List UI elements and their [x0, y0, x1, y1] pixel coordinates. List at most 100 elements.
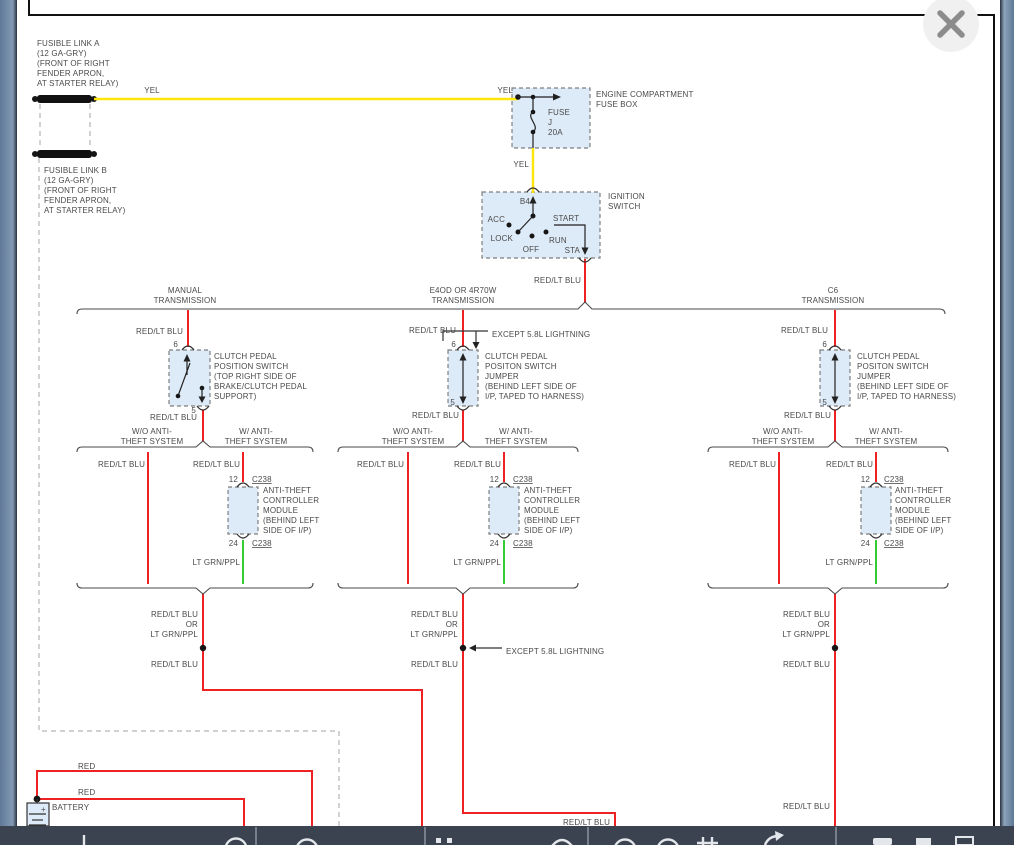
- antitheft-module-label: MODULE: [263, 506, 298, 515]
- pin-5: 5: [450, 398, 455, 407]
- fusible-link-b-label: FENDER APRON,: [44, 196, 111, 205]
- wire-label-red-lt-blu: RED/LT BLU: [412, 411, 459, 420]
- system-wo-antitheft: THEFT SYSTEM: [121, 437, 184, 446]
- fusible-link-a-label: (12 GA-GRY): [37, 49, 87, 58]
- pin-12: 12: [229, 475, 239, 484]
- wire-label-red-lt-blu: RED/LT BLU: [826, 460, 873, 469]
- wire-label-red: RED: [78, 762, 95, 771]
- antitheft-module-label: MODULE: [895, 506, 930, 515]
- battery-plus-sign: +: [41, 805, 46, 814]
- wire-label-red-lt-blu: RED/LT BLU: [411, 610, 458, 619]
- wire-label-or: OR: [446, 620, 458, 629]
- pin-12: 12: [861, 475, 871, 484]
- system-w-antitheft: THEFT SYSTEM: [225, 437, 288, 446]
- except-58l-label: EXCEPT 5.8L LIGHTNING: [492, 330, 590, 339]
- ignition-pos-off: OFF: [523, 245, 539, 254]
- wire-label-red-lt-blu: RED/LT BLU: [781, 326, 828, 335]
- wire-label-red-lt-blu: RED/LT BLU: [150, 413, 197, 422]
- wire-label-red-lt-blu: RED/LT BLU: [534, 276, 581, 285]
- connector-c238: C238: [884, 539, 904, 548]
- wire-label-red-lt-blu: RED/LT BLU: [784, 411, 831, 420]
- antitheft-module-label: SIDE OF I/P): [263, 526, 312, 535]
- filled-rect-icon[interactable]: [916, 838, 931, 845]
- clutch-switch-label: BRAKE/CLUTCH PEDAL: [214, 382, 307, 391]
- bottom-toolbar: [0, 826, 1014, 845]
- antitheft-module-label: CONTROLLER: [895, 496, 951, 505]
- clutch-jumper-label: (BEHIND LEFT SIDE OF: [857, 382, 949, 391]
- wire-label-lt-grn-ppl: LT GRN/PPL: [193, 558, 241, 567]
- branch-title-manual: TRANSMISSION: [154, 296, 217, 305]
- fusible-link-b-label: FUSIBLE LINK B: [44, 166, 107, 175]
- wire-label-or: OR: [818, 620, 830, 629]
- junction-dot-left: [200, 645, 206, 651]
- clutch-switch-label: CLUTCH PEDAL: [214, 352, 277, 361]
- clutch-jumper-label: POSITON SWITCH: [485, 362, 557, 371]
- fuse-box-title: ENGINE COMPARTMENT: [596, 90, 694, 99]
- clutch-switch-label: (TOP RIGHT SIDE OF: [214, 372, 297, 381]
- pin-6: 6: [822, 340, 827, 349]
- system-w-antitheft: W/ ANTI-: [499, 427, 533, 436]
- fusible-link-b-label: AT STARTER RELAY): [44, 206, 126, 215]
- system-w-antitheft: THEFT SYSTEM: [855, 437, 918, 446]
- wiring-diagram: FUSIBLE LINK A (12 GA-GRY) (FRONT OF RIG…: [0, 0, 1014, 845]
- wire-label-red-lt-blu: RED/LT BLU: [783, 802, 830, 811]
- clutch-jumper-label: POSITON SWITCH: [857, 362, 929, 371]
- wire-label-red: RED: [78, 788, 95, 797]
- system-wo-antitheft: W/O ANTI-: [763, 427, 803, 436]
- clutch-jumper-label: I/P, TAPED TO HARNESS): [857, 392, 956, 401]
- fusible-link-a-label: FUSIBLE LINK A: [37, 39, 100, 48]
- pin-24: 24: [229, 539, 239, 548]
- ignition-pos-run: RUN: [549, 236, 567, 245]
- connector-c238: C238: [884, 475, 904, 484]
- wire-label-red-lt-blu: RED/LT BLU: [454, 460, 501, 469]
- fusible-link-a: [32, 95, 97, 103]
- fuse-label: FUSE: [548, 108, 570, 117]
- wire-label-yel: YEL: [144, 86, 160, 95]
- clutch-jumper-label: I/P, TAPED TO HARNESS): [485, 392, 584, 401]
- wire-label-lt-grn-ppl: LT GRN/PPL: [454, 558, 502, 567]
- fuse-id: J: [548, 118, 552, 127]
- wire-label-red-lt-blu: RED/LT BLU: [151, 610, 198, 619]
- fusible-link-a-label: AT STARTER RELAY): [37, 79, 119, 88]
- ignition-title: IGNITION: [608, 192, 645, 201]
- fusible-link-a-label: FENDER APRON,: [37, 69, 104, 78]
- diagram-viewer: FUSIBLE LINK A (12 GA-GRY) (FRONT OF RIG…: [0, 0, 1014, 845]
- wire-label-red-lt-blu: RED/LT BLU: [151, 660, 198, 669]
- branch-title-c6: TRANSMISSION: [802, 296, 865, 305]
- branch-title-manual: MANUAL: [168, 286, 203, 295]
- pin-6: 6: [451, 340, 456, 349]
- pin-24: 24: [861, 539, 871, 548]
- pin-6: 6: [173, 340, 178, 349]
- system-w-antitheft: THEFT SYSTEM: [485, 437, 548, 446]
- connector-c238: C238: [252, 539, 272, 548]
- fuse-rating: 20A: [548, 128, 563, 137]
- junction-dot-center: [460, 645, 466, 651]
- ignition-pin-b4: B4: [520, 197, 530, 206]
- system-wo-antitheft: W/O ANTI-: [393, 427, 433, 436]
- pin-24: 24: [490, 539, 500, 548]
- system-w-antitheft: W/ ANTI-: [869, 427, 903, 436]
- left-window-edge: [0, 0, 17, 845]
- ignition-pos-lock: LOCK: [491, 234, 514, 243]
- ignition-pin-sta: STA: [565, 246, 581, 255]
- toolbar-background: [0, 826, 1014, 845]
- wire-label-red-lt-blu: RED/LT BLU: [783, 610, 830, 619]
- filled-rect-icon[interactable]: [873, 838, 892, 845]
- wire-label-red-lt-blu: RED/LT BLU: [193, 460, 240, 469]
- antitheft-module-label: ANTI-THEFT: [895, 486, 943, 495]
- wire-label-red-lt-blu: RED/LT BLU: [409, 326, 456, 335]
- wire-label-lt-grn-ppl: LT GRN/PPL: [411, 630, 459, 639]
- antitheft-module-label: (BEHIND LEFT: [524, 516, 580, 525]
- connector-c238: C238: [513, 539, 533, 548]
- branch-title-e4od: TRANSMISSION: [432, 296, 495, 305]
- antitheft-module-label: (BEHIND LEFT: [895, 516, 951, 525]
- wire-label-red-lt-blu: RED/LT BLU: [563, 818, 610, 827]
- wire-label-lt-grn-ppl: LT GRN/PPL: [783, 630, 831, 639]
- clutch-jumper-label: CLUTCH PEDAL: [485, 352, 548, 361]
- clutch-jumper-label: JUMPER: [857, 372, 891, 381]
- wire-label-red-lt-blu: RED/LT BLU: [411, 660, 458, 669]
- wire-label-yel: YEL: [513, 160, 529, 169]
- antitheft-module-label: SIDE OF I/P): [895, 526, 944, 535]
- battery-label: BATTERY: [52, 803, 90, 812]
- branch-title-c6: C6: [828, 286, 839, 295]
